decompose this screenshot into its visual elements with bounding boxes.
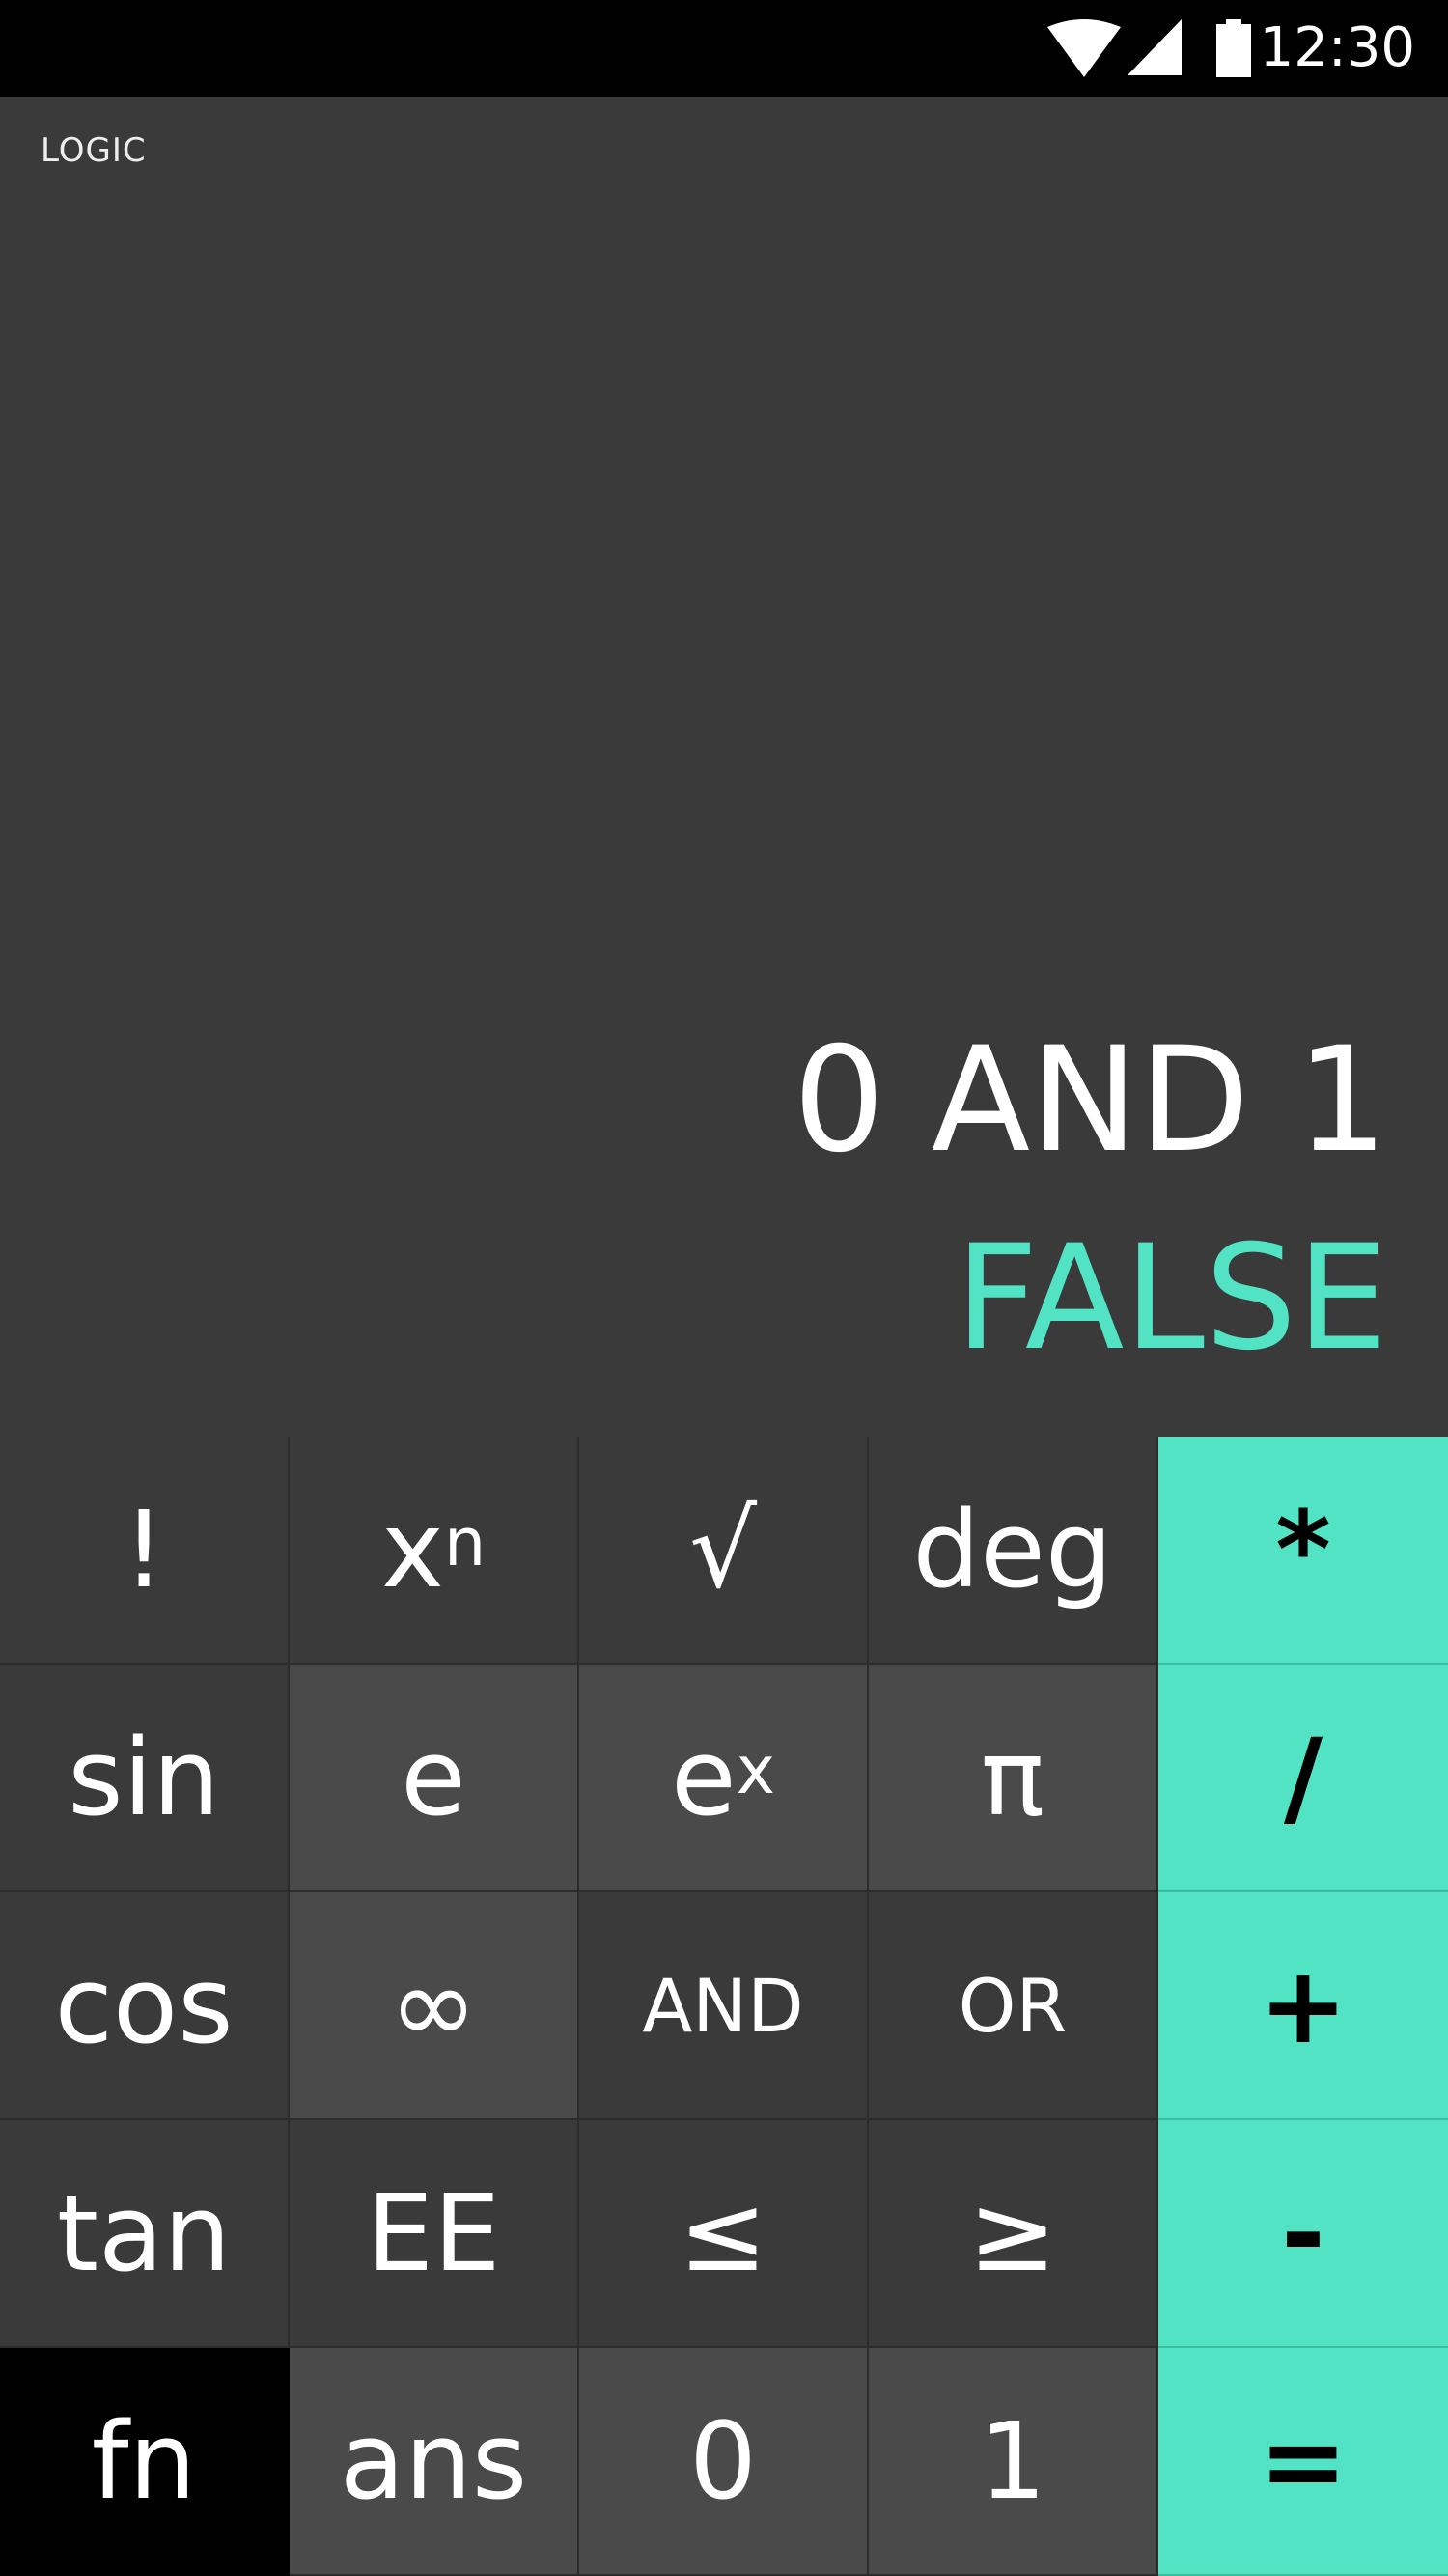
e-button[interactable]: e: [290, 1665, 579, 1892]
calculator-display: LOGIC 0 AND 1 FALSE: [0, 97, 1448, 1437]
power-exponent-label: n: [443, 1504, 487, 1582]
result-text: FALSE: [955, 1215, 1388, 1383]
minus-button[interactable]: -: [1158, 2120, 1448, 2348]
exp-base-label: e: [670, 1716, 737, 1839]
signal-icon: [1128, 19, 1182, 75]
exp-exponent-label: x: [736, 1732, 776, 1809]
status-bar: 12:30: [0, 0, 1448, 97]
pi-button[interactable]: π: [869, 1665, 1158, 1892]
infinity-button[interactable]: ∞: [290, 1892, 579, 2120]
less-equal-button[interactable]: ≤: [579, 2120, 869, 2348]
and-button[interactable]: AND: [579, 1892, 869, 2120]
equals-button[interactable]: =: [1158, 2348, 1448, 2576]
mode-label: LOGIC: [41, 131, 147, 170]
divide-button[interactable]: /: [1158, 1665, 1448, 1892]
tan-button[interactable]: tan: [0, 2120, 290, 2348]
factorial-button[interactable]: !: [0, 1437, 290, 1665]
fn-button[interactable]: fn: [0, 2348, 290, 2576]
deg-button[interactable]: deg: [869, 1437, 1158, 1665]
exp-button[interactable]: ex: [579, 1665, 869, 1892]
digit-0-button[interactable]: 0: [579, 2348, 869, 2576]
expression-text: 0 AND 1: [793, 1017, 1388, 1185]
sin-button[interactable]: sin: [0, 1665, 290, 1892]
ee-button[interactable]: EE: [290, 2120, 579, 2348]
keypad: ! xn √ deg * sin e ex π / cos ∞ AND OR +…: [0, 1437, 1448, 2576]
ans-button[interactable]: ans: [290, 2348, 579, 2576]
sqrt-button[interactable]: √: [579, 1437, 869, 1665]
power-base-label: x: [380, 1488, 444, 1611]
battery-icon: [1216, 19, 1251, 77]
greater-equal-button[interactable]: ≥: [869, 2120, 1158, 2348]
plus-button[interactable]: +: [1158, 1892, 1448, 2120]
digit-1-button[interactable]: 1: [869, 2348, 1158, 2576]
wifi-icon: [1047, 19, 1121, 77]
cos-button[interactable]: cos: [0, 1892, 290, 2120]
multiply-button[interactable]: *: [1158, 1437, 1448, 1665]
clock: 12:30: [1259, 16, 1415, 79]
or-button[interactable]: OR: [869, 1892, 1158, 2120]
power-button[interactable]: xn: [290, 1437, 579, 1665]
